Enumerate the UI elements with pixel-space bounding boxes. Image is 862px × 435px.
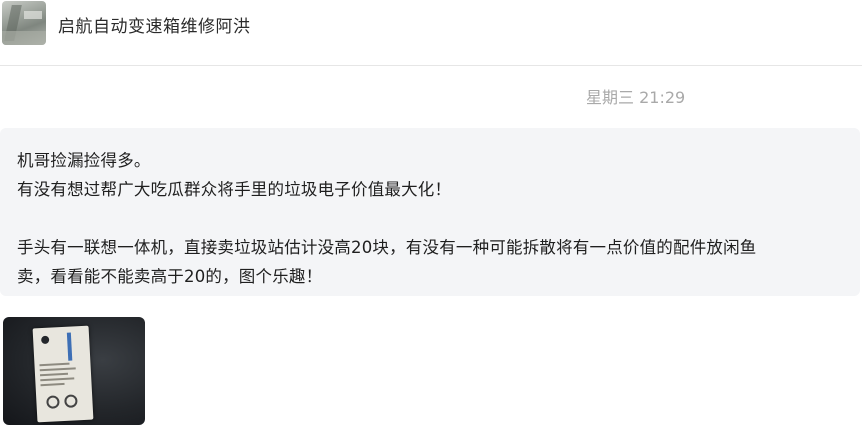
chat-window: 启航自动变速箱维修阿洪 星期三 21:29 机哥捡漏捡得多。 有没有想过帮广大吃… [0,0,862,435]
message-timestamp: 星期三 21:29 [586,88,686,107]
certification-mark-icon [64,394,78,408]
contact-name[interactable]: 启航自动变速箱维修阿洪 [58,12,251,37]
message-line: 卖，看看能不能卖高于20的，图个乐趣！ [17,267,323,286]
message-line: 手头有一联想一体机，直接卖垃圾站估计没高20块，有没有一种可能拆散将有一点价值的… [17,238,757,257]
image-message-thumbnail[interactable] [3,317,145,425]
certification-mark-icon [46,395,60,409]
chat-header: 启航自动变速箱维修阿洪 [0,0,862,66]
message-bubble[interactable]: 机哥捡漏捡得多。 有没有想过帮广大吃瓜群众将手里的垃圾电子价值最大化！ 手头有一… [0,128,860,296]
product-label-photo [32,325,94,423]
message-line: 有没有想过帮广大吃瓜群众将手里的垃圾电子价值最大化！ [17,180,452,199]
message-line: 机哥捡漏捡得多。 [17,151,151,170]
avatar[interactable] [2,1,46,45]
